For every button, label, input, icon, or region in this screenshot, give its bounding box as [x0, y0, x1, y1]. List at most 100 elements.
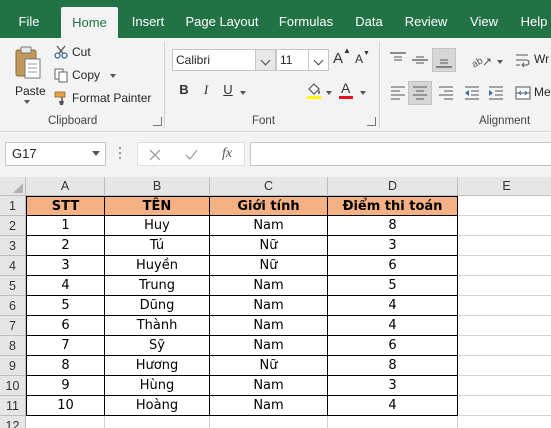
table-cell[interactable]	[458, 416, 551, 428]
align-left-icon[interactable]	[389, 84, 407, 102]
table-cell[interactable]: 3	[328, 236, 458, 256]
align-middle-icon[interactable]	[411, 51, 429, 69]
font-name-dropdown[interactable]: Calibri	[172, 49, 276, 71]
table-cell[interactable]	[458, 276, 551, 296]
font-dialog-launcher[interactable]	[367, 117, 376, 126]
row-header-4[interactable]: 4	[0, 256, 26, 276]
row-header-2[interactable]: 2	[0, 216, 26, 236]
copy-dropdown-icon[interactable]	[110, 74, 116, 78]
table-cell[interactable]: Sỹ	[105, 336, 210, 356]
chevron-down-icon[interactable]	[92, 151, 100, 156]
column-header-c[interactable]: C	[210, 177, 328, 196]
table-cell[interactable]: Dũng	[105, 296, 210, 316]
shrink-font-button[interactable]: A ▼	[355, 50, 371, 72]
chevron-down-icon[interactable]	[255, 50, 275, 70]
table-cell[interactable]: 4	[328, 316, 458, 336]
table-cell[interactable]	[210, 416, 328, 428]
table-header-cell[interactable]: Giới tính	[210, 196, 328, 216]
tab-formulas[interactable]: Formulas	[274, 0, 338, 38]
align-right-icon[interactable]	[437, 84, 455, 102]
table-cell[interactable]: Huyền	[105, 256, 210, 276]
font-size-dropdown[interactable]: 11	[276, 49, 329, 71]
table-cell[interactable]: 8	[26, 356, 105, 376]
font-color-dropdown-icon[interactable]	[360, 91, 366, 95]
table-header-cell[interactable]: Điểm thi toán	[328, 196, 458, 216]
table-cell[interactable]	[458, 216, 551, 236]
table-cell[interactable]: 6	[328, 256, 458, 276]
table-cell[interactable]: Tú	[105, 236, 210, 256]
table-cell[interactable]: Hùng	[105, 376, 210, 396]
paste-dropdown-icon[interactable]	[24, 100, 30, 104]
table-cell[interactable]: 3	[328, 376, 458, 396]
table-cell[interactable]	[105, 416, 210, 428]
tab-page-layout[interactable]: Page Layout	[182, 0, 262, 38]
table-cell[interactable]: 6	[328, 336, 458, 356]
decrease-indent-icon[interactable]	[463, 84, 481, 102]
name-box[interactable]: G17	[5, 142, 106, 166]
tab-review[interactable]: Review	[400, 0, 452, 38]
row-header-5[interactable]: 5	[0, 276, 26, 296]
tab-file[interactable]: File	[8, 0, 50, 38]
table-cell[interactable]: 5	[26, 296, 105, 316]
insert-function-button[interactable]: fx	[222, 146, 232, 162]
table-cell[interactable]	[328, 416, 458, 428]
table-cell[interactable]: Hoàng	[105, 396, 210, 416]
row-header-8[interactable]: 8	[0, 336, 26, 356]
table-cell[interactable]	[458, 256, 551, 276]
merge-center-button[interactable]: Me	[515, 84, 551, 102]
table-cell[interactable]: Nữ	[210, 256, 328, 276]
font-color-button[interactable]: A	[338, 80, 368, 102]
fill-color-button[interactable]	[304, 82, 334, 102]
column-header-d[interactable]: D	[328, 177, 458, 196]
table-cell[interactable]: 3	[26, 256, 105, 276]
column-header-e[interactable]: E	[458, 177, 551, 196]
row-header-9[interactable]: 9	[0, 356, 26, 376]
clipboard-dialog-launcher[interactable]	[153, 117, 162, 126]
format-painter-button[interactable]: Format Painter	[52, 90, 157, 108]
row-header-7[interactable]: 7	[0, 316, 26, 336]
table-cell[interactable]: 2	[26, 236, 105, 256]
tab-view[interactable]: View	[464, 0, 504, 38]
table-cell[interactable]: Nam	[210, 216, 328, 236]
bold-button[interactable]: B	[175, 82, 193, 97]
underline-dropdown-icon[interactable]	[240, 91, 246, 95]
table-cell[interactable]	[458, 376, 551, 396]
column-header-b[interactable]: B	[105, 177, 210, 196]
cut-button[interactable]: Cut	[52, 44, 102, 62]
fill-dropdown-icon[interactable]	[326, 91, 332, 95]
table-cell[interactable]: 6	[26, 316, 105, 336]
table-cell[interactable]	[458, 196, 551, 216]
wrap-text-button[interactable]: Wr	[515, 51, 551, 69]
table-cell[interactable]: 1	[26, 216, 105, 236]
formula-bar-splitter[interactable]	[119, 147, 122, 163]
column-header-a[interactable]: A	[26, 177, 105, 196]
table-cell[interactable]: Thành	[105, 316, 210, 336]
table-cell[interactable]: 10	[26, 396, 105, 416]
table-cell[interactable]: Huy	[105, 216, 210, 236]
table-cell[interactable]: Nam	[210, 276, 328, 296]
cancel-icon[interactable]	[149, 149, 161, 161]
table-cell[interactable]: 8	[328, 216, 458, 236]
table-cell[interactable]: 7	[26, 336, 105, 356]
table-cell[interactable]: Nam	[210, 336, 328, 356]
table-cell[interactable]	[458, 396, 551, 416]
enter-check-icon[interactable]	[185, 149, 198, 161]
row-header-1[interactable]: 1	[0, 196, 26, 216]
table-cell[interactable]	[458, 356, 551, 376]
tab-help[interactable]: Help	[514, 0, 551, 38]
table-cell[interactable]: Nữ	[210, 356, 328, 376]
table-cell[interactable]: 5	[328, 276, 458, 296]
paste-button[interactable]: Paste	[8, 42, 48, 110]
align-center-button[interactable]	[408, 81, 432, 105]
table-cell[interactable]	[458, 336, 551, 356]
table-cell[interactable]: Nam	[210, 376, 328, 396]
table-cell[interactable]: 4	[26, 276, 105, 296]
table-cell[interactable]: 4	[328, 296, 458, 316]
table-cell[interactable]: Trung	[105, 276, 210, 296]
copy-button[interactable]: Copy	[52, 67, 122, 85]
underline-button[interactable]: U	[219, 82, 237, 97]
tab-insert[interactable]: Insert	[124, 0, 172, 38]
table-cell[interactable]: 9	[26, 376, 105, 396]
table-cell[interactable]	[458, 316, 551, 336]
row-header-6[interactable]: 6	[0, 296, 26, 316]
